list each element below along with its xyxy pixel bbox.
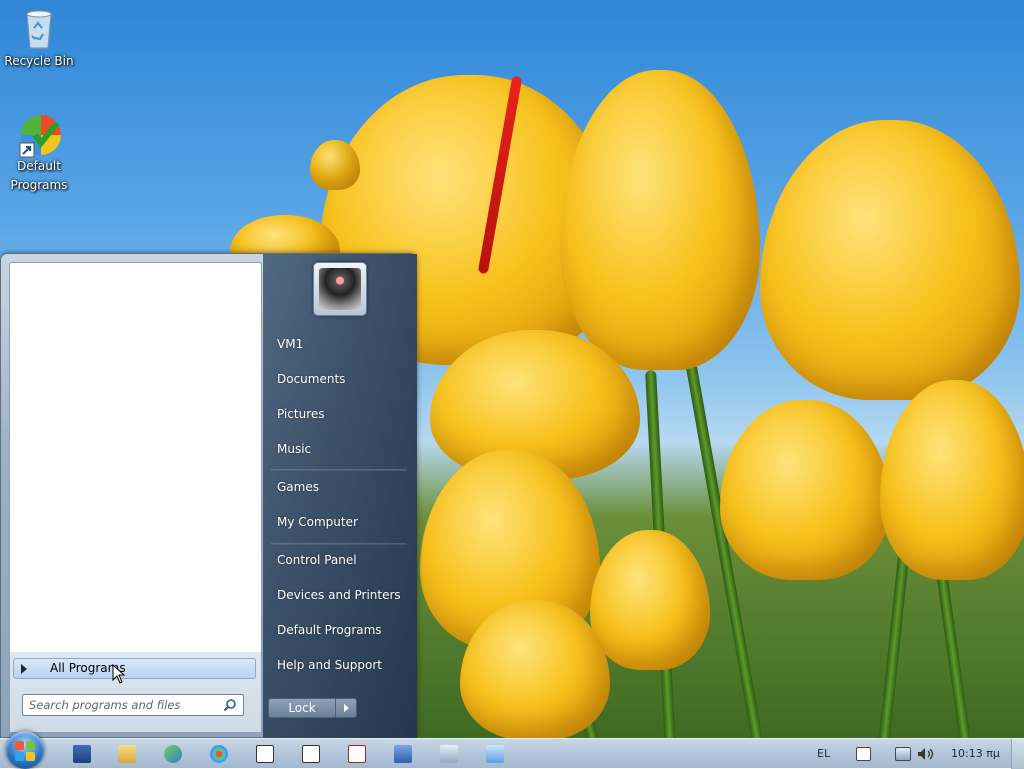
start-menu-programs-list [9,262,262,654]
start-menu: All Programs VM1 Documents Pictures Musi… [0,253,417,739]
tulip [590,530,710,670]
start-search-box[interactable] [22,694,244,716]
remote-desktop-icon[interactable] [394,745,412,763]
clock[interactable]: 10:13 πμ [951,747,1000,760]
action-center-icon[interactable] [856,747,871,761]
start-menu-left-lower: All Programs [9,652,262,733]
search-icon[interactable] [223,698,237,712]
start-item-control-panel[interactable]: Control Panel [277,553,357,567]
default-programs-shortcut[interactable]: Default Programs [1,111,77,195]
all-programs-button[interactable]: All Programs [13,658,256,679]
windows-logo-icon [15,752,24,761]
start-item-help-support[interactable]: Help and Support [277,658,382,672]
tulip [760,120,1020,400]
arrow-right-icon [344,704,349,712]
media-icon[interactable] [302,745,320,763]
recycle-bin-icon [19,6,59,50]
network-tray-icon[interactable] [895,747,911,761]
tulip [720,400,890,580]
start-item-games[interactable]: Games [277,480,319,494]
taskbar: EL 10:13 πμ [0,731,1024,769]
start-item-user[interactable]: VM1 [277,337,303,351]
tulip [880,380,1024,580]
start-search-input[interactable] [29,697,217,713]
paint-icon[interactable] [210,745,228,763]
tulip [560,70,760,370]
default-programs-label-2: Programs [10,178,68,192]
start-item-music[interactable]: Music [277,442,311,456]
start-item-documents[interactable]: Documents [277,372,345,386]
start-item-pictures[interactable]: Pictures [277,407,325,421]
start-separator [271,469,407,471]
calculator-icon[interactable] [256,745,274,763]
start-separator [271,543,407,545]
powershell-icon[interactable] [73,745,91,763]
user-picture-avatar[interactable] [313,262,367,316]
tulip [310,140,360,190]
recycle-bin-label: Recycle Bin [4,54,74,68]
lock-button[interactable]: Lock [268,698,336,718]
calc2-icon[interactable] [440,745,458,763]
windows-logo-icon [15,741,24,750]
show-desktop-button[interactable] [1011,739,1024,769]
explorer-icon[interactable] [118,745,136,763]
default-programs-label-1: Default [17,159,61,173]
triangle-right-icon [21,664,27,674]
shutdown-options-button[interactable] [335,698,357,718]
windows-logo-icon [26,741,35,750]
mouse-cursor-icon [112,664,126,684]
volume-icon[interactable] [917,747,935,761]
start-item-devices-printers[interactable]: Devices and Printers [277,588,401,602]
solitaire-icon[interactable] [348,745,366,763]
windows-logo-icon [26,752,35,761]
network-icon[interactable] [164,745,182,763]
default-programs-icon [19,111,61,158]
start-menu-right-pane: VM1 Documents Pictures Music Games My Co… [263,254,417,739]
start-item-my-computer[interactable]: My Computer [277,515,358,529]
language-indicator[interactable]: EL [817,747,830,760]
notepad-icon[interactable] [486,745,504,763]
start-button[interactable] [6,731,44,769]
start-item-default-programs[interactable]: Default Programs [277,623,382,637]
recycle-bin-shortcut[interactable]: Recycle Bin [1,6,77,71]
